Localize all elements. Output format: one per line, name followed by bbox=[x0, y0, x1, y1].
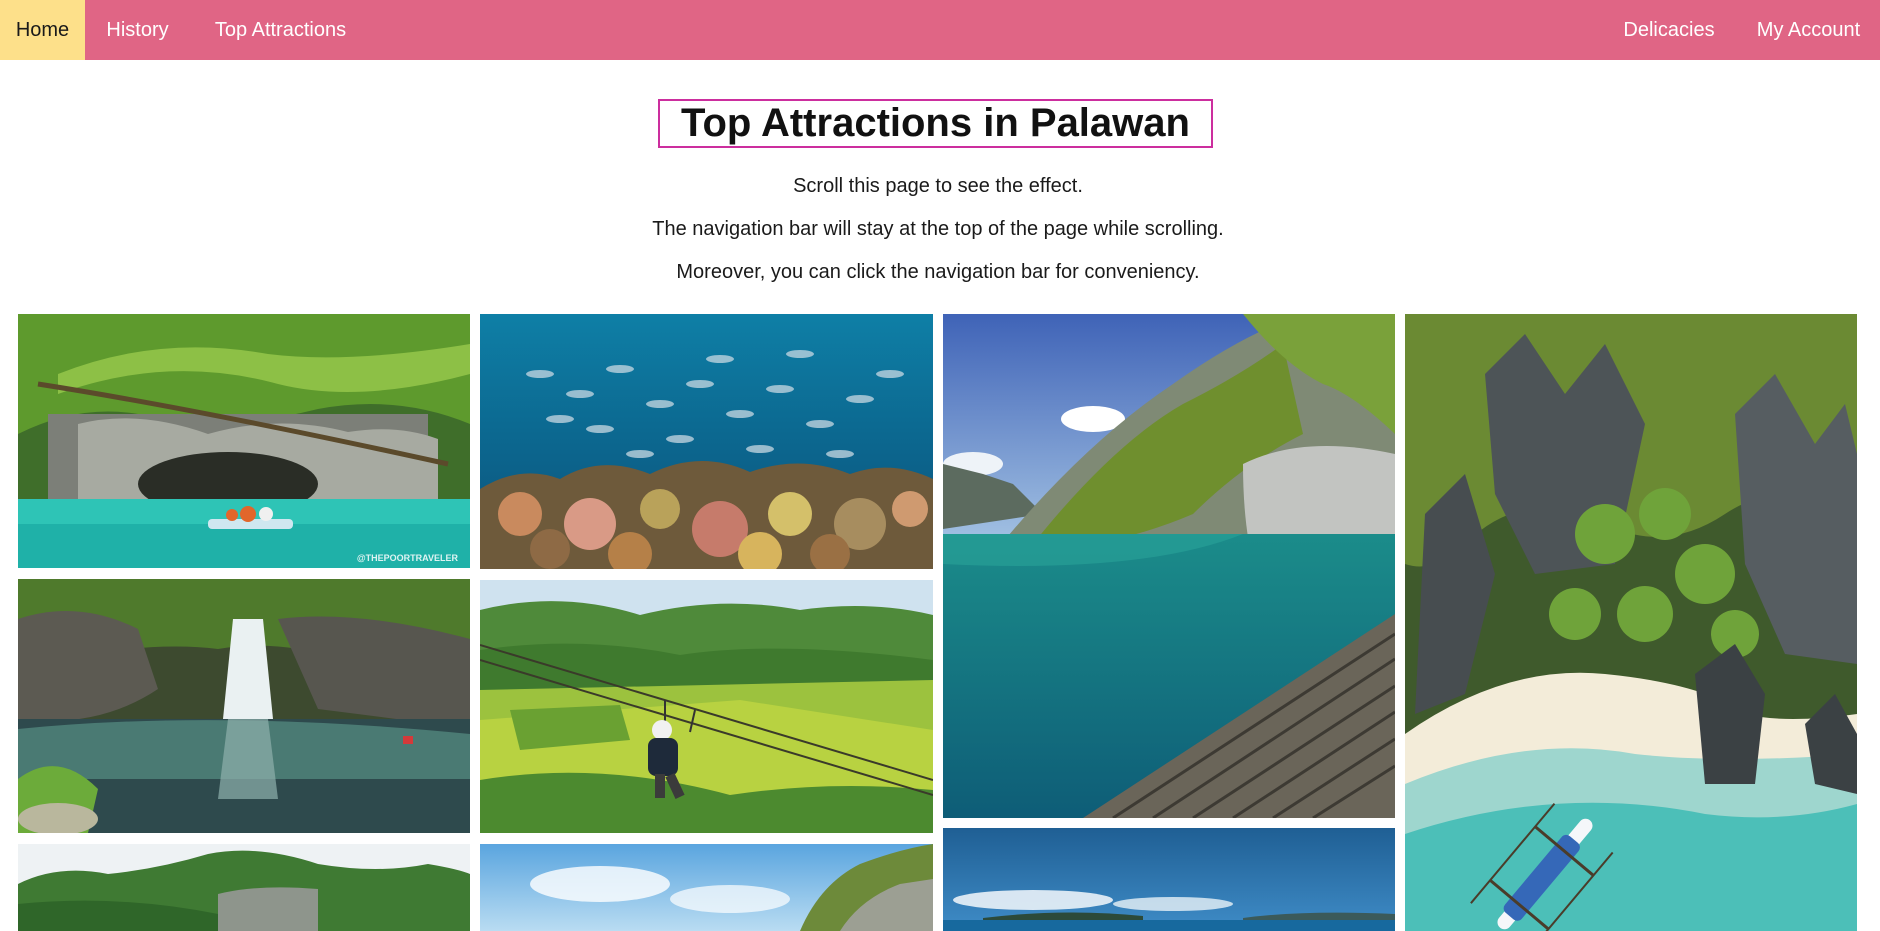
page-title-box: Top Attractions in Palawan bbox=[658, 99, 1213, 148]
photo-coral-reef-fish[interactable] bbox=[480, 314, 933, 569]
photo-zipline[interactable] bbox=[480, 580, 933, 833]
nav-my-account-link[interactable]: My Account bbox=[1737, 0, 1880, 60]
page-title: Top Attractions in Palawan bbox=[681, 101, 1190, 145]
photo-underground-river[interactable]: @THEPOORTRAVELER bbox=[18, 314, 470, 568]
intro-line-3: Moreover, you can click the navigation b… bbox=[676, 261, 1200, 283]
photo-watermark: @THEPOORTRAVELER bbox=[357, 553, 459, 563]
nav-top-attractions-link[interactable]: Top Attractions bbox=[190, 0, 371, 60]
photo-sky-cliff[interactable] bbox=[480, 844, 933, 931]
photo-waterfall[interactable] bbox=[18, 579, 470, 833]
photo-blue-sea[interactable] bbox=[943, 828, 1395, 931]
navigation-bar: Home History Top Attractions Delicacies … bbox=[0, 0, 1880, 60]
intro-line-2: The navigation bar will stay at the top … bbox=[652, 218, 1224, 240]
photo-lagoon-boardwalk[interactable] bbox=[943, 314, 1395, 818]
photo-beach-cliffs-boat[interactable] bbox=[1405, 314, 1857, 931]
nav-history-link[interactable]: History bbox=[85, 0, 190, 60]
photo-green-hills[interactable] bbox=[18, 844, 470, 931]
intro-line-1: Scroll this page to see the effect. bbox=[793, 175, 1083, 197]
nav-home-link[interactable]: Home bbox=[0, 0, 85, 60]
nav-delicacies-link[interactable]: Delicacies bbox=[1601, 0, 1737, 60]
